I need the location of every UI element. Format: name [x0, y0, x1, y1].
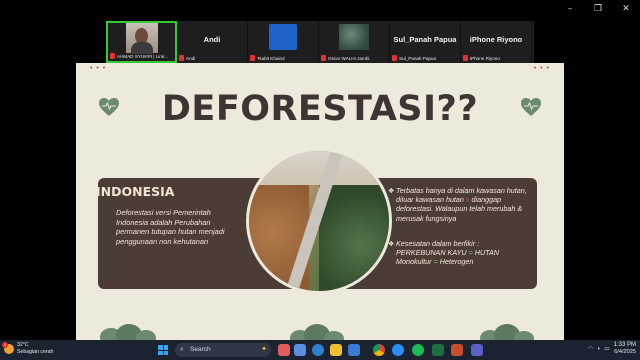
windows-start-icon[interactable] — [158, 345, 168, 355]
widgets-icon[interactable] — [278, 344, 290, 356]
search-box[interactable]: ⌕ Search ✦ — [175, 343, 271, 357]
participant-tile[interactable]: Oscar WALHI Jambi — [319, 21, 390, 63]
participant-strip: AHMAD SYUKRI | Link... Andi Andi Tsabit … — [106, 21, 534, 63]
chrome-icon[interactable] — [373, 344, 385, 356]
edge-icon[interactable] — [312, 344, 324, 356]
bullet-text: PERKEBUNAN KAYU — [396, 248, 467, 258]
file-explorer-icon[interactable] — [330, 344, 342, 356]
clock[interactable]: 1:33 PM 6/4/2025 — [614, 342, 636, 356]
participant-tile[interactable]: Andi Andi — [177, 21, 248, 63]
wifi-icon[interactable]: ◠ — [588, 346, 593, 352]
store-icon[interactable] — [348, 344, 360, 356]
participant-avatar — [269, 24, 297, 50]
task-view-icon[interactable] — [294, 344, 306, 356]
excel-icon[interactable] — [432, 344, 444, 356]
bullet-item: ❖ Kesesatan dalam berfikir : PERKEBUNAN … — [388, 239, 531, 267]
bush-decoration — [480, 324, 540, 340]
notification-badge: 1 — [2, 341, 8, 348]
speaker-icon[interactable]: ◖ — [597, 346, 600, 352]
participant-tile[interactable]: iPhone Riyono iPhone Riyono — [461, 21, 532, 63]
shared-slide: • • • • • • DEFORESTASI?? INDONESIA Defo… — [76, 63, 564, 340]
bullet-text: Kesesatan dalam berfikir : — [396, 239, 480, 248]
weather-widget[interactable]: 1 32°C Sebagian cerah — [2, 341, 54, 355]
mic-muted-icon — [463, 55, 468, 61]
mic-muted-icon — [179, 55, 184, 61]
decor-dots: • • • — [533, 65, 550, 72]
clock-time: 1:33 PM — [613, 342, 636, 348]
participant-avatar — [339, 24, 369, 50]
bullet-mark-icon: ❖ — [388, 186, 395, 195]
weather-desc: Sebagian cerah — [17, 348, 54, 355]
participant-label: iPhone Riyono — [470, 55, 500, 61]
participant-name: iPhone Riyono — [469, 35, 523, 44]
bullet-text: Monokultur — [396, 257, 432, 267]
restore-button[interactable]: ❐ — [584, 2, 612, 16]
minimize-button[interactable]: – — [556, 2, 584, 16]
equals-mark: = — [433, 257, 438, 267]
participant-name: Sul_Panah Papua — [393, 35, 457, 44]
panel-heading: INDONESIA — [96, 184, 175, 199]
weather-sun-icon: 1 — [2, 341, 14, 354]
participant-tile[interactable]: Sul_Panah Papua Sul_Panah Papua — [390, 21, 461, 63]
cross-mark: x — [465, 195, 470, 205]
bush-decoration — [290, 324, 350, 340]
powerpoint-icon[interactable] — [451, 344, 463, 356]
decor-dots: • • • — [90, 65, 107, 72]
bullet-text: Heterogen — [439, 257, 474, 267]
definition-text: Deforestasi versi Pemerintah Indonesia a… — [116, 208, 225, 246]
zoom-icon[interactable] — [392, 344, 404, 356]
bullet-text: Terbatas hanya di dalam kawasan hutan, d… — [396, 186, 527, 205]
spotify-icon[interactable] — [412, 344, 424, 356]
deforestation-photo — [246, 148, 392, 294]
bush-decoration — [100, 324, 160, 340]
participant-video — [126, 23, 158, 54]
battery-icon[interactable]: ▭ — [604, 346, 609, 352]
search-placeholder: Search — [190, 346, 211, 353]
mic-muted-icon — [250, 55, 255, 61]
participant-name: Andi — [203, 35, 221, 44]
close-button[interactable]: ✕ — [612, 2, 640, 16]
search-icon: ⌕ — [180, 346, 184, 353]
search-highlight-icon: ✦ — [261, 346, 267, 353]
taskbar: 1 32°C Sebagian cerah ⌕ Search ✦ ◠ ◖ ▭ 1… — [0, 340, 640, 360]
bullet-text: HUTAN — [474, 248, 499, 258]
slide-title: DEFORESTASI?? — [161, 89, 479, 129]
mic-muted-icon — [321, 55, 326, 61]
system-tray: ◠ ◖ ▭ 1:33 PM 6/4/2025 — [588, 342, 636, 356]
bullet-mark-icon: ❖ — [388, 239, 395, 248]
participant-label: Tsabit Khairul — [257, 55, 285, 61]
clock-date: 6/4/2025 — [614, 349, 636, 355]
participant-label: Oscar WALHI Jambi — [328, 55, 370, 61]
window-controls: – ❐ ✕ — [556, 2, 640, 16]
participant-label: Andi — [186, 55, 196, 61]
teams-icon[interactable] — [471, 344, 483, 356]
participant-tile[interactable]: Tsabit Khairul — [248, 21, 319, 63]
participant-label: AHMAD SYUKRI | Link... — [117, 53, 168, 59]
participant-tile[interactable]: AHMAD SYUKRI | Link... — [106, 21, 177, 63]
participant-label: Sul_Panah Papua — [399, 55, 437, 61]
mic-muted-icon — [392, 55, 397, 61]
bullet-item: ❖ Terbatas hanya di dalam kawasan hutan,… — [388, 186, 531, 223]
mic-muted-icon — [110, 53, 115, 59]
equals-mark: = — [468, 248, 473, 258]
